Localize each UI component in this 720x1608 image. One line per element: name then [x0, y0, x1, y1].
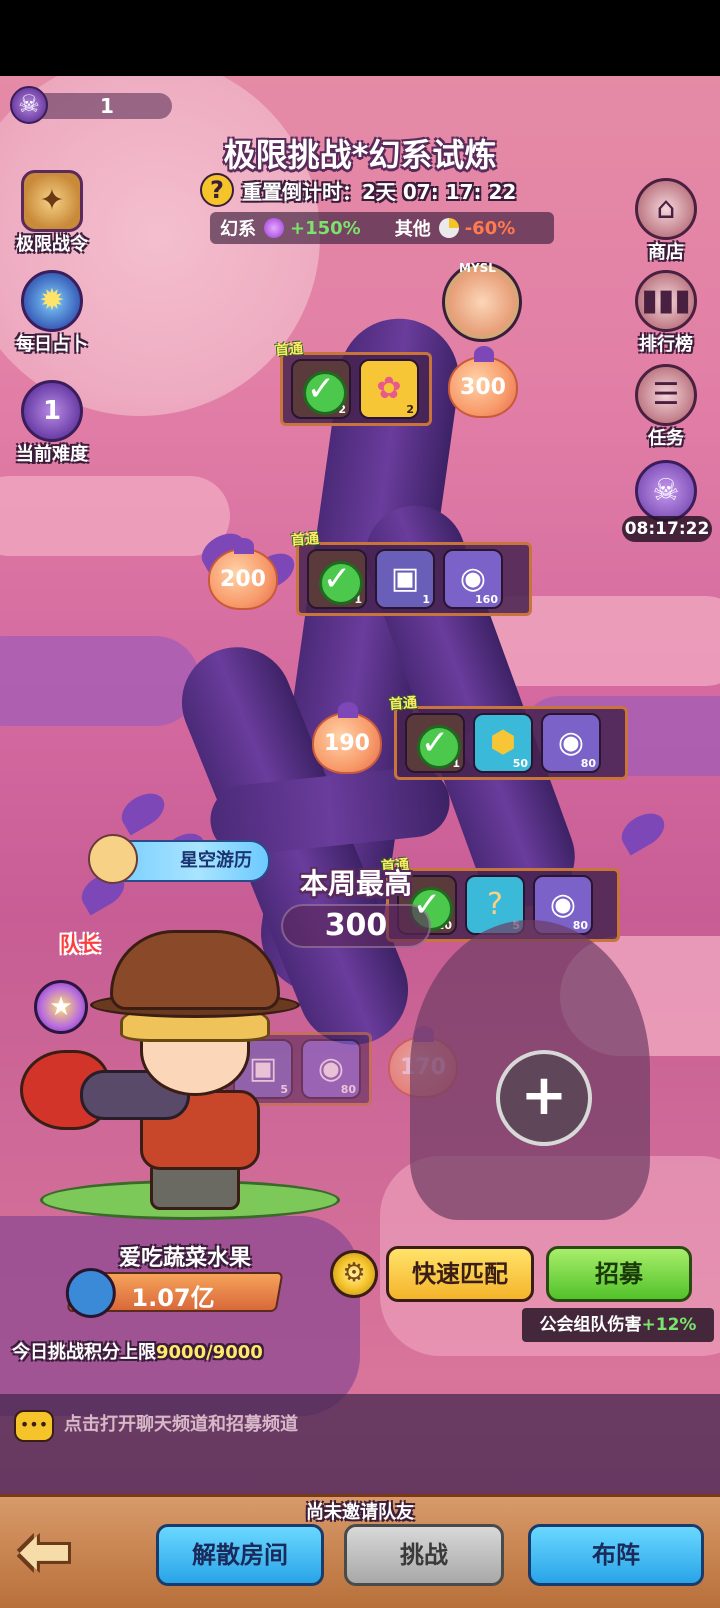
gold-coin-icon: ⬢ 50 — [473, 713, 533, 773]
guild-bonus-value: +12% — [641, 1315, 697, 1335]
guild-bonus-label: 公会组队伤害 — [539, 1315, 642, 1335]
not-invited-label: 尚未邀请队友 — [306, 1502, 414, 1523]
currency-value: 1 — [100, 94, 114, 118]
check-icon: ✓1 — [307, 549, 367, 609]
countdown-label: 重置倒计时： — [242, 179, 362, 204]
task-icon: ☰ — [635, 364, 697, 426]
first-clear-label: 首通 — [290, 531, 320, 549]
bonus-type-b-label: 其他 — [394, 219, 431, 240]
battle-pass-scroll-icon: ✦ — [21, 170, 83, 232]
first-clear-label: 首通 — [388, 695, 418, 713]
shop-icon: ⌂ — [635, 178, 697, 240]
check-icon: ✓1 — [405, 713, 465, 773]
other-pie-icon — [438, 218, 459, 238]
flower-badge-icon: ✿ 2 — [359, 359, 419, 419]
bear-hat — [110, 930, 280, 1010]
settings-gear-icon[interactable]: ⚙ — [330, 1250, 378, 1298]
stage-reward-row[interactable]: 首通 ✓1 ▣1 ◉160 — [291, 531, 532, 616]
daily-cap-value: 9000/9000 — [156, 1342, 263, 1363]
battle-pass-label: 极限战令 — [16, 234, 88, 255]
status-bar — [0, 0, 720, 76]
top-rank-tag: MYSL — [459, 261, 496, 275]
stage-score-peach[interactable]: 190 — [312, 702, 382, 774]
combat-power: 1.07亿 — [65, 1268, 284, 1318]
guild-team-damage-bonus: 公会组队伤害+12% — [522, 1308, 714, 1342]
bonus-type-a-value: +150% — [290, 217, 361, 239]
chat-bubble-icon: ••• — [14, 1410, 54, 1442]
fist-coin-icon: ◉ 160 — [443, 549, 503, 609]
difficulty-label: 当前难度 — [16, 444, 88, 465]
top-rank-avatar[interactable]: MYSL — [442, 261, 522, 342]
cloud-decoration — [0, 476, 230, 556]
add-teammate-button[interactable]: + — [496, 1050, 592, 1146]
side-button-leaderboard[interactable]: ▮▮▮ 排行榜 — [618, 270, 714, 356]
side-button-difficulty[interactable]: 1 当前难度 — [4, 380, 100, 466]
divination-icon: ✹ — [21, 270, 83, 332]
quick-match-button[interactable]: 快速匹配 — [386, 1246, 534, 1302]
starry-travel-label: 星空游历 — [180, 850, 252, 871]
cloud-decoration — [0, 636, 200, 726]
gift-chest-icon: ▣ 1 — [375, 549, 435, 609]
first-clear-label: 首通 — [274, 341, 304, 359]
player-name: 爱吃蔬菜水果 — [118, 1246, 251, 1271]
leaderboard-label: 排行榜 — [639, 334, 693, 355]
page-title: 极限挑战*幻系试炼 — [223, 136, 497, 174]
chat-hint-text: 点击打开聊天频道和招募频道 — [64, 1414, 298, 1435]
side-button-battle-pass[interactable]: ✦ 极限战令 — [4, 170, 100, 256]
fist-coin-icon: ◉ 80 — [541, 713, 601, 773]
reset-countdown: ? 重置倒计时： 2天 07: 17: 22 — [200, 172, 540, 208]
disband-room-button[interactable]: 解散房间 — [156, 1524, 324, 1586]
hero-character[interactable] — [20, 930, 350, 1230]
leaderboard-icon: ▮▮▮ — [635, 270, 697, 332]
currency-display: 1 — [10, 86, 172, 124]
side-button-shop[interactable]: ⌂ 商店 — [618, 178, 714, 264]
leaf-decoration — [115, 786, 171, 836]
stage-reward-row[interactable]: 首通 ✓1 ⬢50 ◉80 — [389, 695, 628, 780]
bonus-type-a-label: 幻系 — [220, 219, 256, 240]
daily-challenge-cap: 今日挑战积分上限9000/9000 — [12, 1338, 263, 1364]
back-arrow-icon[interactable]: ⬅ — [18, 1520, 102, 1586]
starry-travel-badge[interactable]: 星空游历 — [88, 834, 270, 884]
bonus-type-b-value: -60% — [464, 217, 516, 239]
shop-label: 商店 — [648, 242, 684, 263]
travel-pet-icon — [88, 834, 138, 884]
element-bonus-bar: 幻系 +150% 其他 -60% — [210, 212, 554, 244]
chat-channel-bar[interactable]: ••• 点击打开聊天频道和招募频道 — [0, 1394, 720, 1494]
recruit-button[interactable]: 招募 — [546, 1246, 692, 1302]
formation-button[interactable]: 布阵 — [528, 1524, 704, 1586]
daily-cap-label: 今日挑战积分上限 — [12, 1342, 156, 1363]
stage-reward-row[interactable]: 首通 ✓2 ✿2 — [275, 341, 432, 426]
countdown-value: 2天 07: 17: 22 — [362, 179, 517, 204]
side-button-task[interactable]: ☰ 任务 — [618, 364, 714, 450]
daily-divination-label: 每日占卜 — [16, 334, 88, 355]
combat-power-value: 1.07亿 — [131, 1284, 215, 1312]
power-gauge-icon — [65, 1268, 116, 1318]
stage-score-peach[interactable]: 300 — [448, 346, 518, 418]
difficulty-badge-icon: 1 — [21, 380, 83, 442]
challenge-button[interactable]: 挑战 — [344, 1524, 504, 1586]
task-label: 任务 — [648, 428, 684, 449]
skull-currency-icon — [10, 86, 48, 124]
leaf-decoration — [615, 806, 671, 856]
stage-score-peach[interactable]: 200 — [208, 538, 278, 610]
skull-event-icon: ☠ — [635, 460, 697, 522]
check-icon: ✓2 — [291, 359, 351, 419]
side-button-daily-divination[interactable]: ✹ 每日占卜 — [4, 270, 100, 356]
side-button-skull-event[interactable]: ☠ — [618, 460, 714, 522]
event-timer: 08:17:22 — [622, 516, 712, 542]
illusion-orb-icon — [264, 218, 284, 238]
question-mark-icon[interactable]: ? — [200, 173, 234, 207]
